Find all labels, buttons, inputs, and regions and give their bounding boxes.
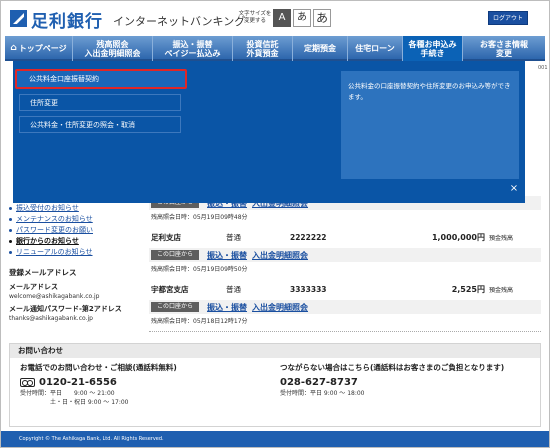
statement-link[interactable]: 入出金明細照会 xyxy=(252,250,308,261)
notice-link[interactable]: メンテナンスのお知らせ xyxy=(9,214,139,225)
account-action-bar: この口座から 振込・振替 入出金明細照会 xyxy=(149,248,541,262)
notice-links: 振込受付のお知らせ メンテナンスのお知らせ パスワード変更のお願い 銀行からのお… xyxy=(9,203,139,258)
footer-copyright: Copyright © The Ashikaga Bank, Ltd. All … xyxy=(1,431,549,447)
phone-number: 028-627-8737 xyxy=(280,377,358,388)
font-size-small-button[interactable]: A xyxy=(273,9,291,27)
branch-name: 宇都宮支店 xyxy=(151,284,189,294)
balance-amount: 1,000,000円 xyxy=(431,232,485,242)
contact-free-dial: お電話でのお問い合わせ・ご相談(通話料無料) 0120-21-6556 受付時間… xyxy=(20,362,270,407)
branch-name: 足利支店 xyxy=(151,232,181,242)
contact-alternate: つながらない場合はこちら(通話料はお客さまのご負担となります) 028-627-… xyxy=(280,362,530,398)
account-tag: この口座から xyxy=(151,302,200,312)
statement-link[interactable]: 入出金明細照会 xyxy=(252,302,308,313)
email-value: welcome@ashikagabank.co.jp xyxy=(9,293,100,300)
nav-item-customer-info[interactable]: お客さま情報 変更 xyxy=(463,36,545,61)
account-number: 2222222 xyxy=(290,232,327,242)
balance-date: 残高照会日時：05月18日12時17分 xyxy=(151,318,248,325)
font-size-medium-button[interactable]: あ xyxy=(293,9,311,27)
notify-email-value: thanks@ashikagabank.co.jp xyxy=(9,315,93,322)
transfer-link[interactable]: 振込・振替 xyxy=(207,250,247,261)
account-number: 3333333 xyxy=(290,284,327,294)
font-size-large-button[interactable]: あ xyxy=(313,9,331,27)
dropdown-menu-list: 公共料金口座振替契約 住所変更 公共料金・住所変更の照会・取消 xyxy=(15,69,187,138)
balance-label: 預金残高 xyxy=(489,286,514,294)
phone-number: 0120-21-6556 xyxy=(39,377,117,388)
page: 足利銀行 インターネットバンキング 文字サイズを 変更する A あ あ ログアウ… xyxy=(0,0,550,448)
notice-link[interactable]: パスワード変更のお願い xyxy=(9,225,139,236)
global-nav: ⌂ トップページ 残高照会 入出金明細照会 振込・振替 ペイジー払込み 投資信託 … xyxy=(5,36,545,61)
nav-item-balance[interactable]: 残高照会 入出金明細照会 xyxy=(73,36,153,61)
menu-item-address-change[interactable]: 住所変更 xyxy=(19,94,181,111)
reception-hours: 受付時間：平日 9:00 ～ 18:00 xyxy=(280,390,365,397)
nav-item-investment[interactable]: 投資信託 外貨預金 xyxy=(233,36,293,61)
bank-logo-text: 足利銀行 xyxy=(31,12,103,32)
reception-hours: 受付時間：平日 9:00 ～ 21:00 土・日・祝日 9:00 ～ 17:00 xyxy=(20,390,129,406)
nav-item-housing-loan[interactable]: 住宅ローン xyxy=(348,36,403,61)
account-type: 普通 xyxy=(226,284,241,294)
notice-link[interactable]: 銀行からのお知らせ xyxy=(9,236,139,247)
nav-item-applications[interactable]: 各種お申込み 手続き xyxy=(403,36,463,61)
nav-item-time-deposit[interactable]: 定期預金 xyxy=(293,36,348,61)
balance-amount: 2,525円 xyxy=(451,284,485,294)
menu-item-inquiry-cancel[interactable]: 公共料金・住所変更の照会・取消 xyxy=(19,116,181,133)
balance-date: 残高照会日時：05月19日09時48分 xyxy=(151,214,248,221)
contact-heading: お問い合わせ xyxy=(10,344,540,358)
account-list: この口座から 振込・振替 入出金明細照会 残高照会日時：05月19日09時48分… xyxy=(149,191,541,332)
nav-item-label: トップページ xyxy=(18,44,67,53)
notice-link[interactable]: 振込受付のお知らせ xyxy=(9,203,139,214)
dropdown-description: 公共料金の口座振替契約や住所変更のお申込み等ができます。 xyxy=(341,71,519,179)
divider xyxy=(149,331,541,332)
header: 足利銀行 インターネットバンキング 文字サイズを 変更する A あ あ ログアウ… xyxy=(1,1,549,35)
sidebar: 振込受付のお知らせ メンテナンスのお知らせ パスワード変更のお願い 銀行からのお… xyxy=(9,203,139,322)
account-row: 宇都宮支店 普通 3333333 2,525円 預金残高 xyxy=(149,283,541,295)
contact-title: お電話でのお問い合わせ・ご相談(通話料無料) xyxy=(20,363,177,372)
notify-email-label: メール通知パスワード-第2アドレス xyxy=(9,305,122,313)
account-action-bar: この口座から 振込・振替 入出金明細照会 xyxy=(149,300,541,314)
transfer-link[interactable]: 振込・振替 xyxy=(207,302,247,313)
account-row: 足利支店 普通 2222222 1,000,000円 預金残高 xyxy=(149,231,541,243)
phone-line: 0120-21-6556 xyxy=(20,377,270,388)
service-name: インターネットバンキング xyxy=(113,15,246,28)
home-icon: ⌂ xyxy=(10,43,17,53)
balance-date: 残高照会日時：05月19日09時50分 xyxy=(151,266,248,273)
contact-section: お問い合わせ お電話でのお問い合わせ・ご相談(通話料無料) 0120-21-65… xyxy=(9,343,541,427)
nav-item-top-page[interactable]: ⌂ トップページ xyxy=(5,36,73,61)
close-icon[interactable]: × xyxy=(508,183,520,195)
applications-dropdown-menu: 公共料金口座振替契約 住所変更 公共料金・住所変更の照会・取消 公共料金の口座振… xyxy=(13,61,525,203)
contact-title: つながらない場合はこちら(通話料はお客さまのご負担となります) xyxy=(280,363,505,372)
nav-item-transfer[interactable]: 振込・振替 ペイジー払込み xyxy=(153,36,233,61)
email-label: メールアドレス xyxy=(9,283,58,291)
registered-email-title: 登録メールアドレス xyxy=(9,268,77,277)
notice-link[interactable]: リニューアルのお知らせ xyxy=(9,247,139,258)
bank-logo-icon xyxy=(10,10,27,27)
account-type: 普通 xyxy=(226,232,241,242)
menu-item-utility-transfer[interactable]: 公共料金口座振替契約 xyxy=(15,69,187,89)
logout-button[interactable]: ログアウト xyxy=(488,11,528,25)
balance-label: 預金残高 xyxy=(489,234,514,242)
free-dial-icon xyxy=(20,378,35,387)
account-tag: この口座から xyxy=(151,250,200,260)
font-size-label: 文字サイズを 変更する xyxy=(238,11,272,24)
